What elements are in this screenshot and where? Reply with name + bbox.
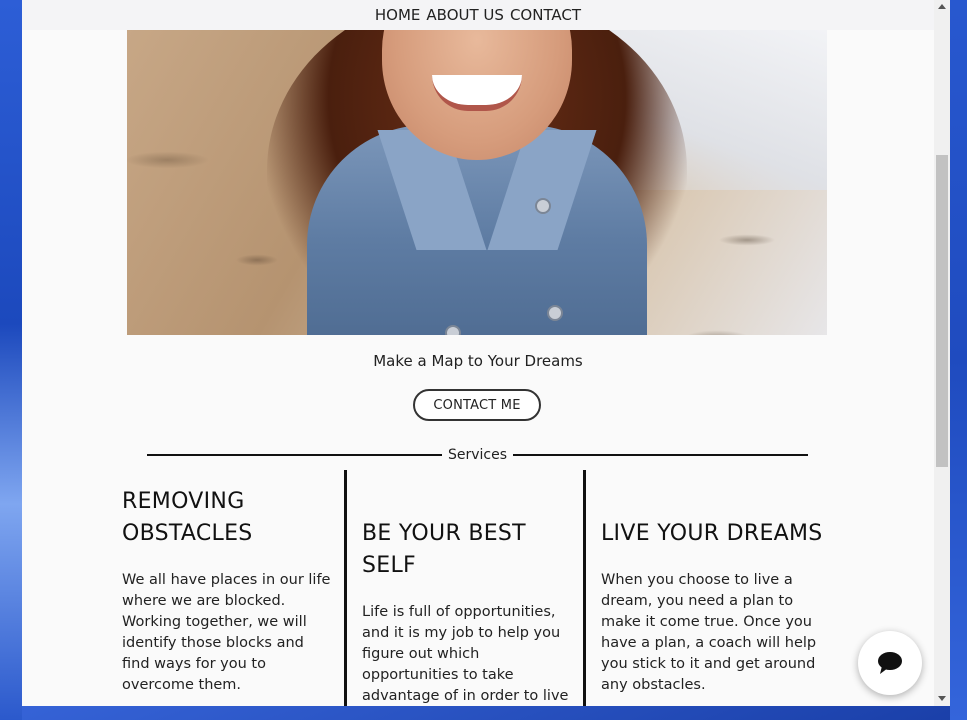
desktop-background-left xyxy=(0,0,22,720)
divider-line-left xyxy=(147,454,442,456)
jacket-button xyxy=(445,325,461,335)
desktop-background-right xyxy=(950,0,967,720)
services-heading-divider: Services xyxy=(147,444,809,466)
vertical-scrollbar[interactable] xyxy=(934,0,950,706)
service-description: We all have places in our life where we … xyxy=(122,572,331,693)
service-description: Life is full of opportunities, and it is… xyxy=(362,604,569,704)
service-title: REMOVING OBSTACLES xyxy=(122,489,253,546)
scroll-up-arrow-icon[interactable] xyxy=(938,4,946,9)
contact-me-button[interactable]: CONTACT ME xyxy=(413,389,541,421)
service-description: When you choose to live a dream, you nee… xyxy=(601,572,817,693)
services-heading: Services xyxy=(447,447,508,463)
nav-home-link[interactable]: HOME xyxy=(375,6,421,24)
jacket-button xyxy=(547,305,563,321)
nav-contact-link[interactable]: CONTACT xyxy=(510,6,581,24)
hero-image xyxy=(127,30,827,335)
service-title: LIVE YOUR DREAMS xyxy=(601,521,823,546)
nav-about-us-link[interactable]: ABOUT US xyxy=(426,6,504,24)
hero-tagline: Make a Map to Your Dreams xyxy=(373,352,583,370)
scrollbar-thumb[interactable] xyxy=(936,155,948,467)
service-card: REMOVING OBSTACLES We all have places in… xyxy=(122,470,332,706)
divider-line-right xyxy=(513,454,809,456)
service-title: BE YOUR BEST SELF xyxy=(362,521,526,578)
scroll-down-arrow-icon[interactable] xyxy=(938,696,946,701)
column-divider xyxy=(583,470,586,706)
column-divider xyxy=(344,470,347,706)
jacket-button xyxy=(535,198,551,214)
service-card: LIVE YOUR DREAMS When you choose to live… xyxy=(601,470,833,706)
browser-viewport: HOME ABOUT US CONTACT Make a Map to Your… xyxy=(22,0,950,706)
top-navigation: HOME ABOUT US CONTACT xyxy=(22,0,934,30)
chat-button[interactable] xyxy=(858,631,922,695)
chat-bubble-icon xyxy=(878,652,902,674)
service-card: BE YOUR BEST SELF Life is full of opport… xyxy=(362,470,577,706)
